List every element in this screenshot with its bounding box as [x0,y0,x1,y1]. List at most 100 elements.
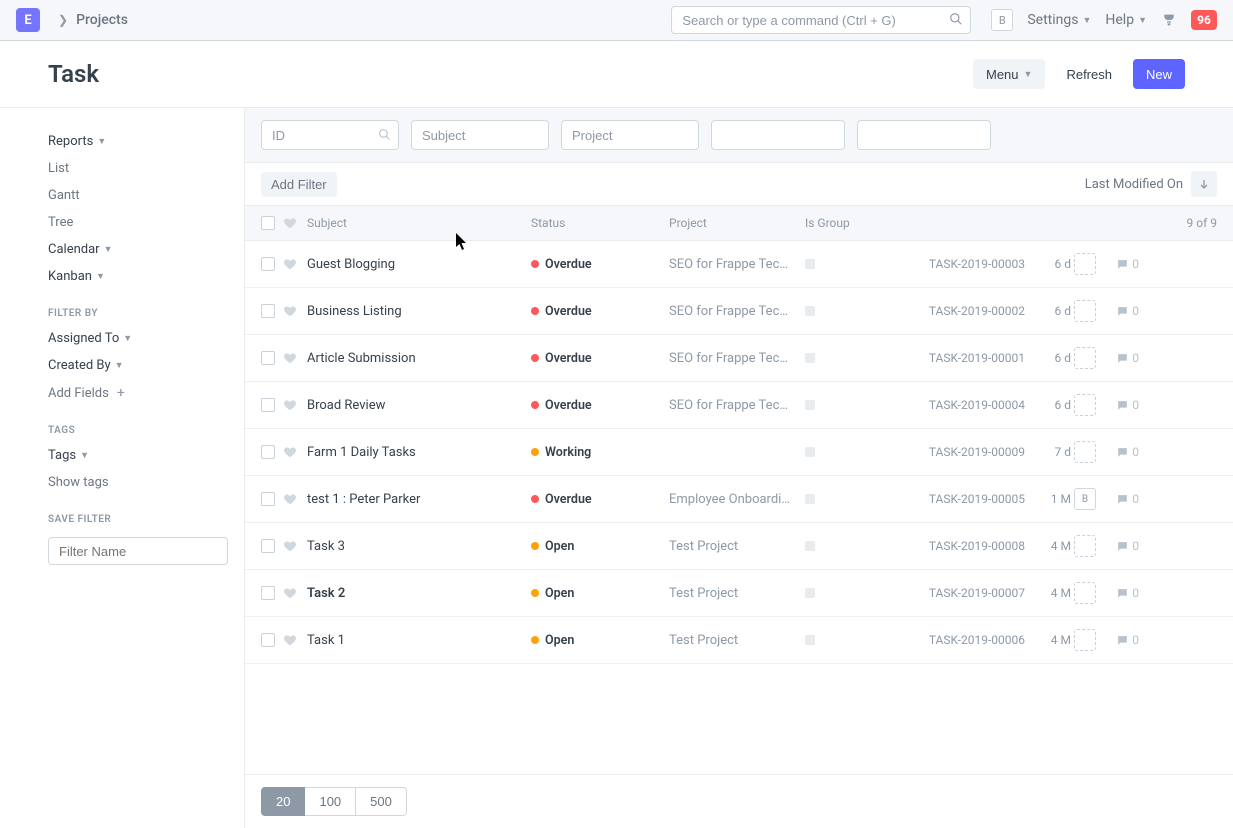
row-subject-link[interactable]: Task 3 [307,539,345,554]
row-project[interactable]: Test Project [669,539,805,554]
row-status[interactable]: Open [531,633,669,648]
sort-direction-button[interactable] [1191,171,1217,197]
add-filter-button[interactable]: Add Filter [261,172,337,197]
assign-placeholder[interactable] [1074,441,1096,463]
filter-extra1-input[interactable] [711,120,845,150]
row-status[interactable]: Overdue [531,257,669,272]
refresh-button[interactable]: Refresh [1053,59,1125,89]
col-header-isgroup[interactable]: Is Group [805,216,885,230]
sidebar-show-tags[interactable]: Show tags [48,469,244,496]
row-status[interactable]: Overdue [531,398,669,413]
row-status[interactable]: Working [531,445,669,460]
row-project[interactable]: SEO for Frappe Tec… [669,398,805,413]
row-status[interactable]: Overdue [531,351,669,366]
assignee-avatar[interactable]: B [1074,488,1096,510]
assign-placeholder[interactable] [1074,582,1096,604]
row-checkbox[interactable] [261,304,275,318]
sidebar-view-tree[interactable]: Tree [48,209,244,236]
like-icon[interactable] [283,539,297,553]
col-header-subject[interactable]: Subject [307,216,531,230]
row-subject-link[interactable]: Guest Blogging [307,257,395,272]
row-status[interactable]: Overdue [531,304,669,319]
col-header-project[interactable]: Project [669,216,805,230]
sidebar-created-by[interactable]: Created By▼ [48,352,244,379]
row-comments[interactable]: 0 [1099,351,1139,365]
row-subject-link[interactable]: Business Listing [307,304,402,319]
breadcrumb-projects[interactable]: Projects [76,12,128,28]
row-subject-link[interactable]: Broad Review [307,398,385,413]
row-comments[interactable]: 0 [1099,304,1139,318]
page-size-500[interactable]: 500 [356,787,407,816]
row-subject-link[interactable]: Task 2 [307,586,345,601]
row-subject-link[interactable]: test 1 : Peter Parker [307,492,420,507]
select-all-checkbox[interactable] [261,216,275,230]
search-input[interactable] [671,6,971,34]
notification-badge[interactable]: 96 [1191,10,1217,30]
sort-by-label[interactable]: Last Modified On [1085,177,1183,192]
like-icon[interactable] [283,398,297,412]
row-project[interactable]: Employee Onboardi… [669,492,805,507]
filter-project-input[interactable] [561,120,699,150]
page-size-20[interactable]: 20 [261,787,305,816]
menu-button[interactable]: Menu▼ [973,59,1045,89]
row-checkbox[interactable] [261,586,275,600]
row-comments[interactable]: 0 [1099,398,1139,412]
row-checkbox[interactable] [261,445,275,459]
sidebar-reports[interactable]: Reports▼ [48,128,244,155]
settings-menu[interactable]: Settings▼ [1027,12,1091,28]
like-icon[interactable] [283,304,297,318]
row-comments[interactable]: 0 [1099,633,1139,647]
row-checkbox[interactable] [261,398,275,412]
filter-extra2-input[interactable] [857,120,991,150]
sidebar-view-gantt[interactable]: Gantt [48,182,244,209]
row-status[interactable]: Overdue [531,492,669,507]
row-checkbox[interactable] [261,257,275,271]
row-checkbox[interactable] [261,539,275,553]
row-comments[interactable]: 0 [1099,445,1139,459]
row-project[interactable]: SEO for Frappe Tec… [669,304,805,319]
row-project[interactable]: SEO for Frappe Tec… [669,351,805,366]
row-checkbox[interactable] [261,492,275,506]
filter-id-input[interactable] [261,120,399,150]
sidebar-calendar[interactable]: Calendar▼ [48,236,244,263]
row-project[interactable]: SEO for Frappe Tec… [669,257,805,272]
sidebar-view-list[interactable]: List [48,155,244,182]
row-comments[interactable]: 0 [1099,586,1139,600]
assign-placeholder[interactable] [1074,394,1096,416]
brand-logo[interactable]: E [16,8,40,32]
row-status[interactable]: Open [531,586,669,601]
assign-placeholder[interactable] [1074,629,1096,651]
assign-placeholder[interactable] [1074,253,1096,275]
row-comments[interactable]: 0 [1099,257,1139,271]
sidebar-assigned-to[interactable]: Assigned To▼ [48,325,244,352]
like-icon[interactable] [283,586,297,600]
help-menu[interactable]: Help▼ [1105,12,1147,28]
assign-placeholder[interactable] [1074,347,1096,369]
sidebar-kanban[interactable]: Kanban▼ [48,263,244,290]
row-comments[interactable]: 0 [1099,492,1139,506]
row-comments[interactable]: 0 [1099,539,1139,553]
col-header-status[interactable]: Status [531,216,669,230]
trophy-icon[interactable] [1161,12,1177,28]
sidebar-tags[interactable]: Tags▼ [48,442,244,469]
assign-placeholder[interactable] [1074,535,1096,557]
row-subject-link[interactable]: Task 1 [307,633,345,648]
row-project[interactable]: Test Project [669,633,805,648]
like-icon[interactable] [283,351,297,365]
row-subject-link[interactable]: Article Submission [307,351,416,366]
row-subject-link[interactable]: Farm 1 Daily Tasks [307,445,416,460]
row-checkbox[interactable] [261,633,275,647]
sidebar-add-fields[interactable]: Add Fields+ [48,379,244,407]
like-icon[interactable] [283,445,297,459]
page-size-100[interactable]: 100 [305,787,356,816]
filter-name-input[interactable] [48,537,228,565]
row-status[interactable]: Open [531,539,669,554]
like-icon[interactable] [283,633,297,647]
new-button[interactable]: New [1133,59,1185,89]
like-icon[interactable] [283,257,297,271]
user-avatar-small[interactable]: B [991,9,1013,31]
row-project[interactable]: Test Project [669,586,805,601]
assign-placeholder[interactable] [1074,300,1096,322]
filter-subject-input[interactable] [411,120,549,150]
row-checkbox[interactable] [261,351,275,365]
